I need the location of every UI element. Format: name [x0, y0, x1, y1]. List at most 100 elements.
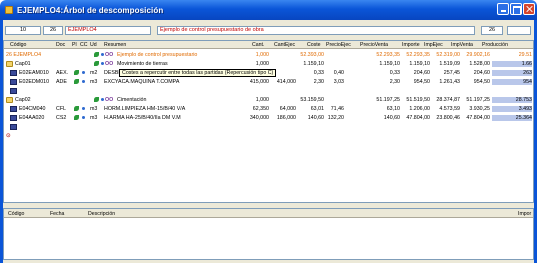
row-code: 26 EJEMPLO4: [6, 52, 42, 58]
title-bar[interactable]: EJEMPLO4:Árbol de descomposición: [0, 0, 537, 20]
dot-icon: [82, 71, 85, 74]
table-row[interactable]: [4, 87, 533, 95]
row-cant: 415,000: [249, 79, 269, 85]
row-desc: Movimiento de tierras: [117, 61, 168, 67]
col-cc[interactable]: CC: [80, 42, 88, 48]
row-code: E04CM040: [19, 106, 46, 112]
row-ud: m2: [90, 70, 98, 76]
row-doc: CFL: [56, 106, 67, 112]
row-impventa: 3.930,25: [469, 106, 490, 112]
row-cantejec: 186,000: [276, 115, 296, 121]
row-extra: 25.364: [492, 115, 532, 121]
app-icon: [5, 6, 13, 14]
leaf-icon: [94, 61, 99, 66]
link-icon: ⊙: [6, 133, 11, 139]
row-impventa: 51.197,25: [466, 97, 490, 103]
row-cant: 1,000: [255, 52, 269, 58]
table-row[interactable]: Cap02 OO Cimentación 1,000 53.159,50 51.…: [4, 96, 533, 104]
table-row[interactable]: [4, 123, 533, 131]
extra-field[interactable]: [507, 26, 531, 35]
row-importe: 51.519,50: [406, 97, 430, 103]
grid-header: Código Doc Pl CC Ud Resumen Cant. CantEj…: [4, 41, 533, 49]
leaf-icon: [94, 52, 99, 57]
item-icon: [10, 106, 17, 112]
window-title: EJEMPLO4:Árbol de descomposición: [17, 5, 164, 15]
col-codigo[interactable]: Código: [10, 42, 26, 48]
col-impejec[interactable]: ImpEjec: [424, 42, 443, 48]
row-cant: 340,000: [249, 115, 269, 121]
table-row[interactable]: E04CM040 CFL m3 HORM.LIMPIEZA HM-15/B/40…: [4, 105, 533, 113]
col-ud[interactable]: Ud: [90, 42, 97, 48]
row-desc: Cimentación: [117, 97, 147, 103]
col-importe[interactable]: Importe: [402, 42, 420, 48]
dot-icon: [101, 53, 104, 56]
decomposition-grid[interactable]: Código Doc Pl CC Ud Resumen Cant. CantEj…: [3, 40, 534, 203]
row-doc: ADE: [56, 79, 67, 85]
col-precioejec[interactable]: PrecioEjec: [326, 42, 351, 48]
table-row[interactable]: ⊙: [4, 132, 533, 140]
minimize-button[interactable]: [497, 3, 509, 15]
row-desc: EXCYACA.MAQUINA T.COMPA: [104, 79, 180, 85]
row-extra: 29.51: [518, 52, 532, 58]
row-extra: 3.493: [492, 106, 532, 112]
col-precioventa[interactable]: PrecioVenta: [360, 42, 388, 48]
row-extra: 1.66: [492, 61, 532, 67]
bottom-panel[interactable]: Código Fecha Descripción Impor: [3, 208, 534, 260]
col-fecha[interactable]: Fecha: [50, 211, 64, 217]
leaf-icon: [74, 115, 79, 120]
row-code: E04AA020: [19, 115, 45, 121]
row-precioventa: 140,60: [383, 115, 400, 121]
dot-icon: [101, 62, 104, 65]
row-desc: Ejemplo de control presupuestario: [117, 52, 198, 58]
row-code: E02EAM010: [19, 70, 49, 76]
row-precioejec: 71,46: [330, 106, 344, 112]
item-icon: [10, 124, 17, 130]
row-extra: 954: [492, 79, 532, 85]
col-cant[interactable]: Cant.: [252, 42, 264, 48]
close-button[interactable]: [523, 3, 535, 15]
dot-icon: [82, 80, 85, 83]
col-importe[interactable]: Impor: [518, 211, 531, 217]
row-impventa: 954,50: [473, 79, 490, 85]
level-field[interactable]: 10: [5, 26, 41, 35]
item-icon: [10, 79, 17, 85]
row-cant: 1,000: [255, 97, 269, 103]
row-coste: 2,30: [313, 79, 324, 85]
row-desc: HORM.LIMPIEZA HM-15/B/40 V/A: [104, 106, 186, 112]
col-impventa[interactable]: ImpVenta: [451, 42, 473, 48]
col-descripcion[interactable]: Descripción: [88, 211, 115, 217]
table-row[interactable]: 26 EJEMPLO4 OO Ejemplo de control presup…: [4, 51, 533, 59]
count-field[interactable]: 26: [481, 26, 503, 35]
row-coste: 0,33: [313, 70, 324, 76]
col-produccion[interactable]: Producción: [482, 42, 508, 48]
col-resumen[interactable]: Resumen: [104, 42, 126, 48]
oo-icon: OO: [105, 97, 114, 103]
page-field[interactable]: 26: [43, 26, 63, 35]
col-cantejec[interactable]: CantEjec: [274, 42, 295, 48]
row-doc: AEX.: [56, 70, 69, 76]
col-pl[interactable]: Pl: [72, 42, 77, 48]
col-coste[interactable]: Coste: [307, 42, 321, 48]
oo-icon: OO: [105, 52, 114, 58]
item-icon: [10, 115, 17, 121]
row-coste: 63,01: [310, 106, 324, 112]
col-codigo[interactable]: Código: [8, 211, 24, 217]
row-impejec: 52.319,00: [436, 52, 460, 58]
table-row[interactable]: E02EDM010 ADE m3 EXCYACA.MAQUINA T.COMPA…: [4, 78, 533, 86]
col-doc[interactable]: Doc: [56, 42, 65, 48]
code-field[interactable]: EJEMPLO4: [65, 26, 151, 35]
row-impejec: 1.261,43: [439, 79, 460, 85]
row-importe: 1.206,00: [409, 106, 430, 112]
folder-icon: [6, 61, 13, 67]
row-coste: 52.393,00: [300, 52, 324, 58]
description-field[interactable]: Ejemplo de control presupuestario de obr…: [157, 26, 475, 35]
table-row[interactable]: E04AA020 CS2 m3 H.ARMA HA-25/B/40/IIa DM…: [4, 114, 533, 122]
row-impventa: 1.528,00: [469, 61, 490, 67]
row-coste: 53.159,50: [300, 97, 324, 103]
leaf-icon: [94, 97, 99, 102]
toolbar: 10 26 EJEMPLO4 Ejemplo de control presup…: [3, 23, 534, 37]
table-row[interactable]: Cap01 OO Movimiento de tierras 1,000 1.1…: [4, 60, 533, 68]
bottom-header: Código Fecha Descripción Impor: [4, 209, 533, 218]
maximize-button[interactable]: [510, 3, 522, 15]
row-coste: 140,60: [307, 115, 324, 121]
